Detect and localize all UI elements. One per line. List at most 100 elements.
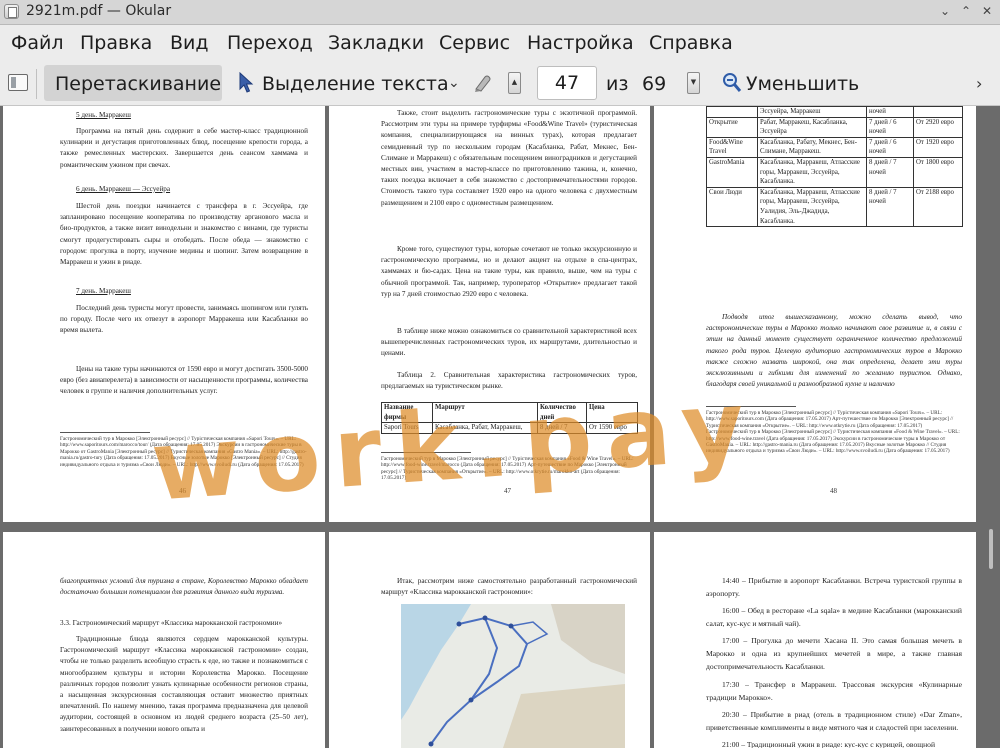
footnotes: Гастрономический тур в Марокко [Электрон…	[706, 410, 960, 455]
footnotes: Гастрономический тур в Марокко [Электрон…	[381, 456, 634, 482]
table-cell: Sapori Tours	[381, 422, 433, 434]
page-number: 48	[830, 487, 837, 495]
tours-table-continued: Эссуейра, Марракеш ночей Открытие Рабат,…	[706, 106, 963, 228]
schedule-item: 14:40 – Прибытие в аэропорт Касабланки. …	[706, 576, 962, 598]
table-cell: От 2188 евро	[913, 186, 963, 228]
day5-heading: 5 день. Марракеш	[76, 111, 131, 119]
table-header: Маршрут	[432, 401, 538, 424]
table-cell: Food&Wine Travel	[706, 136, 758, 158]
page-48: Эссуейра, Марракеш ночей Открытие Рабат,…	[654, 106, 976, 522]
page-49: благоприятных условий для туризма в стра…	[3, 532, 325, 748]
table-cell: Касабланка, Марракеш, Атласские горы, Ма…	[757, 156, 867, 188]
table-row: Открытие Рабат, Марракеш, Касабланка, Эс…	[706, 116, 963, 138]
schedule-item: 16:00 – Обед в ресторане «La sqala» в ме…	[706, 606, 962, 628]
table-caption: Таблица 2. Сравнительная характеристика …	[381, 371, 637, 391]
table-cell: От 1920 евро	[913, 136, 963, 158]
table-row: Food&Wine Travel Касабланка, Рабату, Мек…	[706, 136, 963, 158]
table-row: GastroMania Касабланка, Марракеш, Атласс…	[706, 156, 963, 188]
previous-page-button[interactable]: ▲	[508, 72, 521, 94]
close-button[interactable]: ✕	[978, 3, 996, 20]
table-header-row: Название фирмы Маршрут Количество дней Ц…	[381, 401, 638, 424]
toolbar-separator	[36, 69, 37, 99]
table-cell: Свои Люди	[706, 186, 758, 228]
window-title: 2921m.pdf — Okular	[26, 3, 172, 19]
menu-file[interactable]: Файл	[11, 32, 64, 54]
table-cell: Открытие	[706, 116, 758, 138]
menu-edit[interactable]: Правка	[80, 32, 152, 54]
schedule-item: 20:30 – Прибытие в риад (отель в традици…	[706, 710, 962, 732]
sidebar-toggle-icon[interactable]	[8, 74, 28, 91]
table-cell: 7 дней / 6 ночей	[866, 136, 914, 158]
schedule-item: 17:30 – Трансфер в Марракеш. Трассовая э…	[706, 680, 962, 702]
page-number: 46	[179, 487, 186, 495]
table-cell: 8 дней / 7 ночей	[866, 156, 914, 188]
minimize-button[interactable]: ⌄	[936, 3, 954, 20]
menu-go[interactable]: Переход	[227, 32, 313, 54]
table-cell: GastroMania	[706, 156, 758, 188]
menu-bookmarks[interactable]: Закладки	[328, 32, 424, 54]
schedule-item: 17:00 – Прогулка до мечети Хасана II. Эт…	[706, 636, 962, 671]
okular-app-icon	[4, 4, 19, 19]
table-cell: 7 дней / 6 ночей	[866, 116, 914, 138]
table-cell: Касабланка, Рабату, Мекнес, Бен-Слимане,…	[757, 136, 867, 158]
table-header: Количество дней	[537, 401, 587, 424]
table-cell: От 2920 евро	[913, 116, 963, 138]
table-row: Свои Люди Касабланка, Марракеш, Атласски…	[706, 186, 963, 228]
maximize-button[interactable]: ⌃	[957, 3, 975, 20]
day6-heading: 6 день. Марракеш — Эссуейра	[76, 185, 171, 193]
page-51: 14:40 – Прибытие в аэропорт Касабланки. …	[654, 532, 976, 748]
next-page-button[interactable]: ▼	[687, 72, 700, 94]
browse-tool-button[interactable]: Перетаскивание	[44, 65, 222, 101]
toolbar-more-icon[interactable]: ›	[976, 74, 982, 93]
table-cell: Касабланка, Марракеш, Атласские горы, Ма…	[757, 186, 867, 228]
prices-text: Цены на такие туры начинаются от 1590 ев…	[60, 365, 308, 396]
page-total-label: 69	[642, 73, 667, 95]
table-intro-text: В таблице ниже можно ознакомиться со сра…	[381, 327, 637, 358]
conclusion-text: Подводя итог вышесказанному, можно сдела…	[706, 313, 962, 389]
route-map-drawing	[401, 604, 625, 748]
schedule-item: 21:00 – Традиционный ужин в риаде: кус-к…	[722, 740, 936, 748]
menu-settings[interactable]: Настройка	[527, 32, 634, 54]
route-map-image	[401, 604, 625, 748]
potential-text: благоприятных условий для туризма в стра…	[60, 577, 308, 597]
table-cell: ночей	[866, 106, 914, 118]
main-toolbar: Перетаскивание Выделение текста ⌄ ▲ 47 и…	[0, 63, 1000, 106]
zoom-out-icon[interactable]	[722, 72, 742, 94]
day7-text: Последний день туристы могут провести, з…	[60, 304, 308, 335]
vertical-scrollbar[interactable]	[985, 106, 1000, 748]
page-number-input[interactable]: 47	[537, 66, 597, 100]
page-of-label: из	[606, 73, 629, 95]
table-cell: Рабат, Марракеш, Касабланка, Эссуейра	[757, 116, 867, 138]
spa-tours-text: Кроме того, существуют туры, которые соч…	[381, 245, 637, 298]
table-cell: От 1590 евро	[586, 422, 638, 434]
table-cell: 8 дней / 7 ночей	[866, 186, 914, 228]
document-view[interactable]: 5 день. Марракеш Программа на пятый день…	[0, 106, 1000, 748]
day5-text: Программа на пятый день содержит в себе …	[60, 127, 308, 169]
scrollbar-thumb[interactable]	[989, 529, 993, 569]
browse-tool-label: Перетаскивание	[55, 73, 222, 95]
table-cell: Эссуейра, Марракеш	[757, 106, 867, 118]
footnote-separator	[60, 432, 150, 433]
chevron-down-icon[interactable]: ⌄	[448, 75, 460, 91]
table-cell: От 1800 евро	[913, 156, 963, 188]
table-header: Название фирмы	[381, 401, 433, 424]
menu-help[interactable]: Справка	[649, 32, 733, 54]
table-cell	[706, 106, 758, 118]
menu-tools[interactable]: Сервис	[439, 32, 510, 54]
table-header: Цена	[586, 401, 638, 424]
menu-view[interactable]: Вид	[170, 32, 209, 54]
text-select-cursor-icon[interactable]	[238, 72, 254, 94]
zoom-out-label[interactable]: Уменьшить	[746, 73, 859, 95]
page-number: 47	[504, 487, 511, 495]
page-47: Также, стоит выделить гастрономические т…	[329, 106, 650, 522]
day7-heading: 7 день. Марракеш	[76, 287, 131, 295]
table-cell: 8 дней / 7	[537, 422, 587, 434]
section-heading: 3.3. Гастрономический маршрут «Классика …	[60, 619, 283, 627]
table-row: Эссуейра, Марракеш ночей	[706, 106, 963, 118]
route-text: Итак, рассмотрим ниже самостоятельно раз…	[381, 577, 637, 597]
hand-annotate-icon[interactable]	[472, 71, 494, 95]
tours-table: Название фирмы Маршрут Количество дней Ц…	[381, 401, 638, 434]
table-cell	[913, 106, 963, 118]
route-intro-text: Традиционные блюда являются сердцем маро…	[60, 635, 308, 733]
text-select-tool-label[interactable]: Выделение текста	[262, 73, 449, 95]
